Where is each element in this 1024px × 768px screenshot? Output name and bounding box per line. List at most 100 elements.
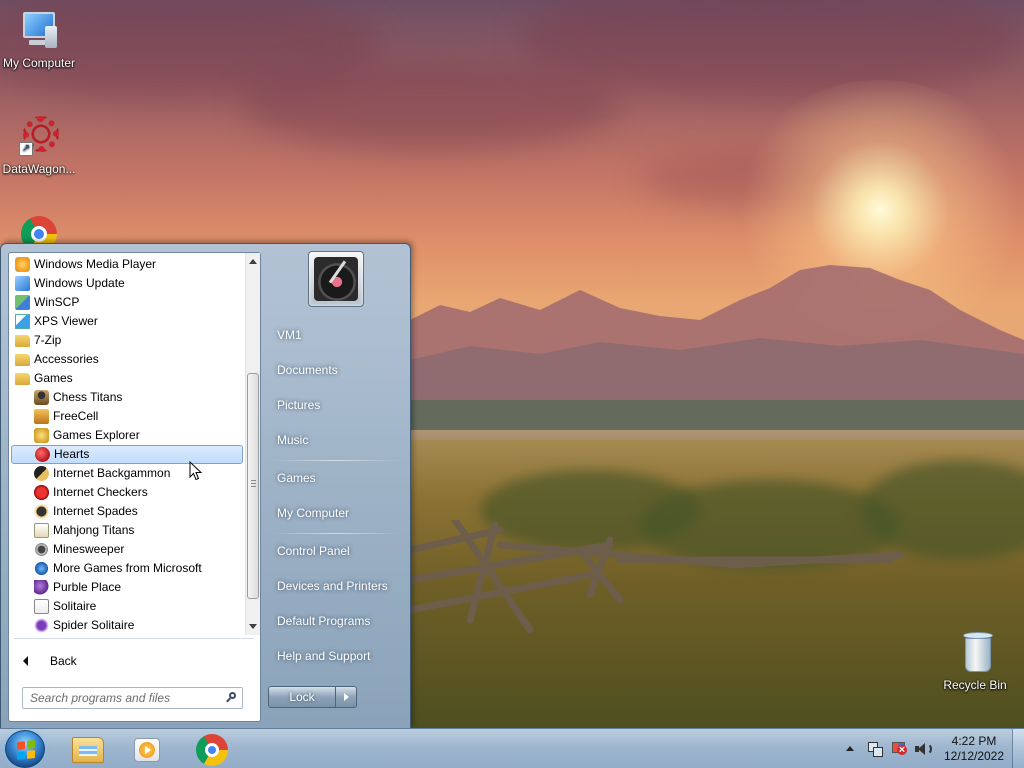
right-item-my-computer[interactable]: My Computer — [267, 498, 407, 528]
program-item-label: Games — [34, 371, 73, 385]
desktop-icon-my-computer[interactable]: My Computer — [0, 8, 78, 70]
program-item-winscp[interactable]: WinSCP — [9, 293, 245, 312]
program-item-7-zip[interactable]: 7-Zip — [9, 331, 245, 350]
network-icon[interactable] — [866, 741, 883, 757]
right-item-label: Pictures — [277, 398, 321, 412]
wallpaper-fence — [410, 520, 904, 634]
winscp-icon — [15, 295, 30, 310]
right-item-pictures[interactable]: Pictures — [267, 390, 407, 420]
user-name-label: VM1 — [277, 328, 302, 342]
folder-icon — [15, 373, 30, 385]
back-button[interactable]: Back — [13, 649, 253, 673]
right-pane-separator — [271, 460, 401, 461]
right-item-music[interactable]: Music — [267, 425, 407, 455]
windows-explorer-icon — [72, 737, 104, 763]
program-item-purble-place[interactable]: Purble Place — [9, 578, 245, 597]
program-item-label: Hearts — [54, 447, 90, 461]
right-item-label: My Computer — [277, 506, 350, 520]
program-list: Windows Media Player Windows Update WinSCP… — [9, 253, 245, 635]
shutdown-options-arrow-icon[interactable] — [335, 686, 357, 708]
windows-media-player-icon — [15, 257, 30, 272]
program-item-minesweeper[interactable]: Minesweeper — [9, 540, 245, 559]
search-input[interactable] — [23, 688, 221, 708]
program-item-windows-media-player[interactable]: Windows Media Player — [9, 255, 245, 274]
show-desktop-button[interactable] — [1012, 729, 1024, 768]
start-menu-left-pane: Windows Media Player Windows Update WinSCP… — [8, 252, 261, 722]
program-item-label: XPS Viewer — [34, 314, 98, 328]
taskbar-button-windows-explorer[interactable] — [58, 731, 114, 767]
right-item-documents[interactable]: Documents — [267, 355, 407, 385]
program-item-label: More Games from Microsoft — [53, 561, 202, 575]
scrollbar-grip-icon — [251, 480, 256, 487]
right-item-label: Help and Support — [277, 649, 371, 663]
start-menu: Windows Media Player Windows Update WinSCP… — [0, 243, 411, 729]
program-item-solitaire[interactable]: Solitaire — [9, 597, 245, 616]
program-item-hearts[interactable]: Hearts — [11, 445, 243, 464]
right-item-user-name[interactable]: VM1 — [267, 320, 407, 350]
program-item-label: Minesweeper — [53, 542, 125, 556]
right-item-help-and-support[interactable]: Help and Support — [267, 641, 407, 671]
program-item-label: 7-Zip — [34, 333, 62, 347]
windows-media-player-icon — [134, 738, 160, 762]
program-item-label: Accessories — [34, 352, 99, 366]
program-item-mahjong-titans[interactable]: Mahjong Titans — [9, 521, 245, 540]
action-center-icon[interactable] — [890, 741, 907, 757]
internet-spades-icon — [34, 504, 49, 519]
shortcut-arrow-icon: ↗ — [19, 142, 33, 156]
right-item-label: Documents — [277, 363, 338, 377]
program-item-internet-checkers[interactable]: Internet Checkers — [9, 483, 245, 502]
taskbar-clock[interactable]: 4:22 PM 12/12/2022 — [940, 734, 1008, 764]
search-icon[interactable] — [226, 692, 237, 703]
search-box[interactable] — [22, 687, 243, 709]
back-label: Back — [50, 654, 77, 668]
program-list-scrollbar[interactable] — [245, 253, 260, 635]
solitaire-icon — [34, 599, 49, 614]
program-item-label: Purble Place — [53, 580, 122, 594]
spider-solitaire-icon — [34, 618, 49, 633]
desktop-icon-datawagon[interactable]: ↗ DataWagon... — [0, 114, 78, 176]
program-item-windows-update[interactable]: Windows Update — [9, 274, 245, 293]
program-item-accessories[interactable]: Accessories — [9, 350, 245, 369]
desktop-icon-label: DataWagon... — [2, 162, 76, 176]
program-item-freecell[interactable]: FreeCell — [9, 407, 245, 426]
program-item-spider-solitaire[interactable]: Spider Solitaire — [9, 616, 245, 635]
show-hidden-icons-arrow-icon[interactable] — [846, 746, 854, 751]
program-item-internet-spades[interactable]: Internet Spades — [9, 502, 245, 521]
program-item-label: Internet Checkers — [53, 485, 148, 499]
folder-icon — [15, 354, 30, 366]
scroll-up-arrow-icon[interactable] — [249, 259, 257, 264]
scrollbar-thumb[interactable] — [247, 373, 259, 599]
folder-icon — [15, 335, 30, 347]
user-picture[interactable] — [308, 251, 364, 307]
clock-date: 12/12/2022 — [943, 749, 1005, 763]
right-item-label: Devices and Printers — [277, 579, 388, 593]
right-item-control-panel[interactable]: Control Panel — [267, 536, 407, 566]
program-item-xps-viewer[interactable]: XPS Viewer — [9, 312, 245, 331]
lock-button[interactable]: Lock — [268, 686, 336, 708]
taskbar-button-windows-media-player[interactable] — [120, 731, 176, 767]
windows-update-icon — [15, 276, 30, 291]
program-item-label: Solitaire — [53, 599, 97, 613]
right-item-devices-and-printers[interactable]: Devices and Printers — [267, 571, 407, 601]
right-item-games[interactable]: Games — [267, 463, 407, 493]
mahjong-titans-icon — [34, 523, 49, 538]
back-arrow-icon — [23, 656, 28, 666]
right-item-label: Default Programs — [277, 614, 371, 628]
program-item-games-explorer[interactable]: Games Explorer — [9, 426, 245, 445]
program-item-more-games-from-microsoft[interactable]: More Games from Microsoft — [9, 559, 245, 578]
right-item-default-programs[interactable]: Default Programs — [267, 606, 407, 636]
taskbar: 4:22 PM 12/12/2022 — [0, 728, 1024, 768]
desktop-icon-recycle-bin[interactable]: Recycle Bin — [936, 630, 1014, 692]
taskbar-button-google-chrome[interactable] — [182, 731, 238, 767]
program-item-label: WinSCP — [34, 295, 80, 309]
program-item-games[interactable]: Games — [9, 369, 245, 388]
program-item-chess-titans[interactable]: Chess Titans — [9, 388, 245, 407]
program-item-label: Spider Solitaire — [53, 618, 135, 632]
xps-viewer-icon — [15, 314, 30, 329]
desktop-icon-chrome[interactable] — [0, 214, 78, 244]
datawagon-icon: ↗ — [15, 114, 63, 160]
program-item-internet-backgammon[interactable]: Internet Backgammon — [9, 464, 245, 483]
start-button[interactable] — [5, 730, 45, 768]
scroll-down-arrow-icon[interactable] — [249, 624, 257, 629]
right-item-label: Control Panel — [277, 544, 350, 558]
